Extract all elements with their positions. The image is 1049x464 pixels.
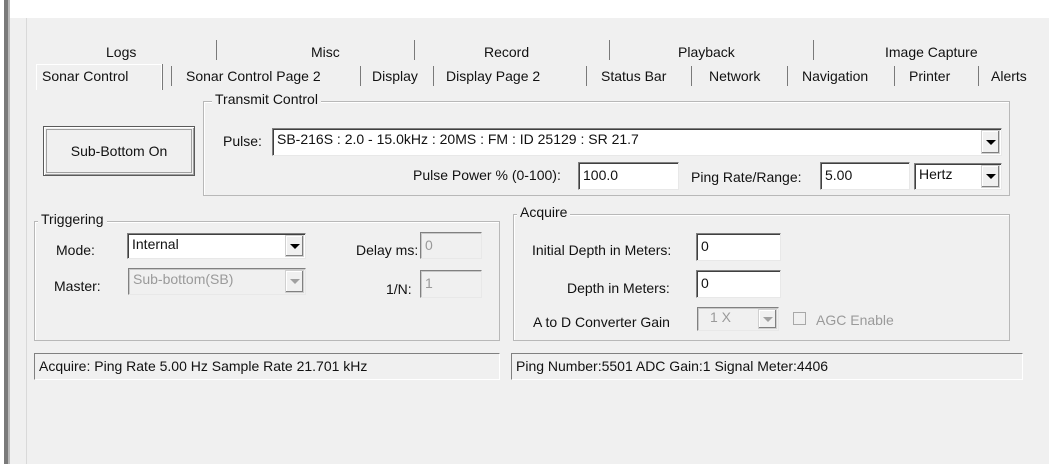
triggering-title: Triggering	[38, 211, 107, 227]
ping-rate-label: Ping Rate/Range:	[691, 169, 802, 185]
tab-misc[interactable]: Misc	[311, 44, 340, 60]
chevron-down-icon	[289, 279, 300, 284]
one-over-n-input: 1	[420, 270, 482, 298]
tab-display[interactable]: Display	[372, 68, 418, 84]
pulse-dropdown[interactable]: SB-216S : 2.0 - 15.0kHz : 20MS : FM : ID…	[272, 128, 1002, 156]
ping-status-bar: Ping Number:5501 ADC Gain:1 Signal Meter…	[511, 353, 1023, 380]
tab-separator	[691, 66, 692, 86]
tab-separator	[609, 40, 610, 60]
agc-enable-label: AGC Enable	[816, 312, 894, 328]
adc-gain-arrow	[758, 309, 777, 329]
tab-separator	[414, 40, 415, 60]
adc-gain-dropdown: 1 X	[697, 307, 779, 331]
tab-alerts[interactable]: Alerts	[991, 68, 1027, 84]
tab-navigation[interactable]: Navigation	[802, 68, 868, 84]
master-dropdown: Sub-bottom(SB)	[128, 268, 306, 295]
top-strip	[10, 0, 1049, 18]
ping-rate-unit-dropdown[interactable]: Hertz	[914, 163, 1002, 190]
tab-separator	[813, 40, 814, 60]
tab-display-page-2[interactable]: Display Page 2	[446, 68, 540, 84]
acquire-status-bar: Acquire: Ping Rate 5.00 Hz Sample Rate 2…	[34, 353, 500, 380]
delay-label: Delay ms:	[356, 242, 419, 258]
master-label: Master:	[54, 278, 101, 294]
tab-status-bar[interactable]: Status Bar	[601, 68, 666, 84]
adc-gain-value: 1 X	[710, 309, 732, 325]
sub-bottom-on-button[interactable]: Sub-Bottom On	[43, 126, 195, 176]
tab-printer[interactable]: Printer	[909, 68, 950, 84]
master-value: Sub-bottom(SB)	[133, 271, 234, 287]
chevron-down-icon	[762, 316, 773, 322]
tab-separator	[978, 66, 979, 86]
tab-separator	[894, 66, 895, 86]
agc-enable-checkbox	[793, 312, 806, 325]
tab-playback[interactable]: Playback	[678, 44, 735, 60]
depth-label: Depth in Meters:	[567, 280, 670, 296]
delay-input: 0	[420, 232, 482, 259]
tab-separator	[360, 66, 361, 86]
tab-separator	[171, 66, 172, 86]
pulse-value: SB-216S : 2.0 - 15.0kHz : 20MS : FM : ID…	[277, 131, 639, 147]
mode-dropdown[interactable]: Internal	[127, 233, 306, 259]
tab-separator	[433, 66, 434, 86]
depth-input[interactable]: 0	[696, 270, 781, 298]
transmit-control-title: Transmit Control	[212, 91, 321, 107]
chevron-down-icon	[985, 174, 996, 179]
ping-rate-unit-arrow[interactable]	[981, 165, 1000, 188]
tab-network[interactable]: Network	[709, 68, 760, 84]
window-edge	[0, 0, 10, 464]
mode-dropdown-arrow[interactable]	[285, 235, 304, 257]
chevron-down-icon	[985, 139, 996, 145]
tab-separator	[787, 66, 788, 86]
mode-label: Mode:	[56, 242, 95, 258]
tab-separator	[586, 66, 587, 86]
pulse-label: Pulse:	[223, 133, 262, 149]
ping-rate-unit-value: Hertz	[919, 166, 953, 182]
mode-value: Internal	[132, 236, 179, 252]
tab-separator	[216, 40, 217, 60]
chevron-down-icon	[289, 243, 300, 249]
pulse-dropdown-arrow[interactable]	[981, 130, 1000, 154]
tab-record[interactable]: Record	[484, 44, 529, 60]
pulse-power-label: Pulse Power % (0-100):	[413, 167, 561, 183]
initial-depth-input[interactable]: 0	[696, 233, 781, 261]
initial-depth-label: Initial Depth in Meters:	[532, 242, 672, 258]
tab-image-capture[interactable]: Image Capture	[885, 44, 978, 60]
adc-gain-label: A to D Converter Gain	[533, 314, 670, 330]
master-dropdown-arrow	[285, 270, 304, 293]
ping-rate-input[interactable]: 5.00	[820, 162, 910, 190]
one-over-n-label: 1/N:	[386, 281, 412, 297]
sub-bottom-on-label: Sub-Bottom On	[70, 143, 168, 159]
tab-sonar-control[interactable]: Sonar Control	[42, 68, 128, 84]
tab-sonar-control-page-2[interactable]: Sonar Control Page 2	[186, 68, 321, 84]
acquire-title: Acquire	[517, 204, 571, 220]
tab-logs[interactable]: Logs	[106, 44, 136, 60]
pulse-power-input[interactable]: 100.0	[578, 162, 679, 190]
